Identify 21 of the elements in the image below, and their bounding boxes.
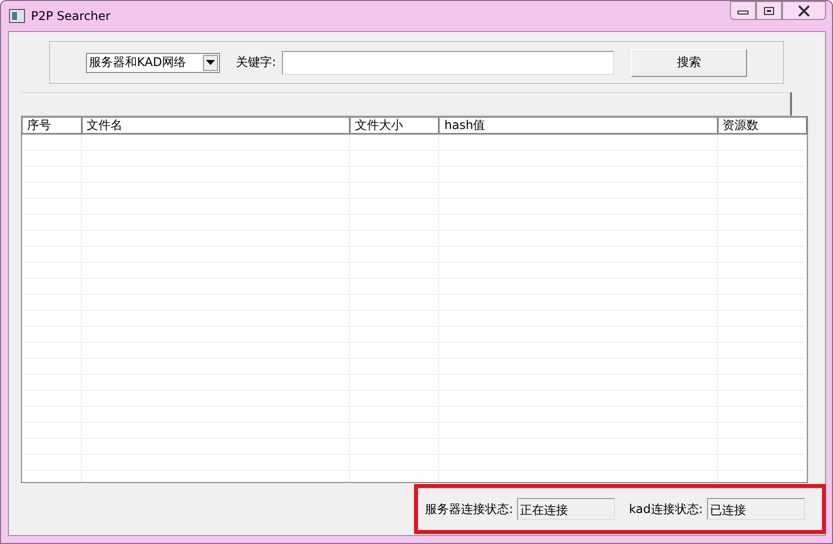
status-field: 正在连接 [517,498,616,520]
window-icon [9,9,25,23]
keyword-label: 关键字: [236,54,276,71]
column-header[interactable]: hash值 [439,117,718,134]
close-icon [797,4,811,16]
column-header[interactable]: 文件名 [82,117,350,134]
status-field: 已连接 [706,498,805,520]
column-header[interactable]: 文件大小 [350,117,440,134]
status-label: 服务器连接状态: [425,500,514,518]
column-header[interactable]: 序号 [22,117,82,134]
maximize-icon [763,6,775,16]
column-header[interactable]: 资源数 [718,117,807,134]
status-label: kad连接状态: [629,500,703,518]
close-button[interactable] [782,1,826,20]
minimize-button[interactable] [730,1,756,20]
maximize-button[interactable] [756,1,782,20]
window-title: P2P Searcher [31,9,110,23]
keyword-input[interactable] [282,50,614,74]
caret-icon [206,60,215,65]
scope-dropdown[interactable]: 服务器和KAD网络 [86,52,220,72]
search-button[interactable]: 搜索 [631,48,748,76]
